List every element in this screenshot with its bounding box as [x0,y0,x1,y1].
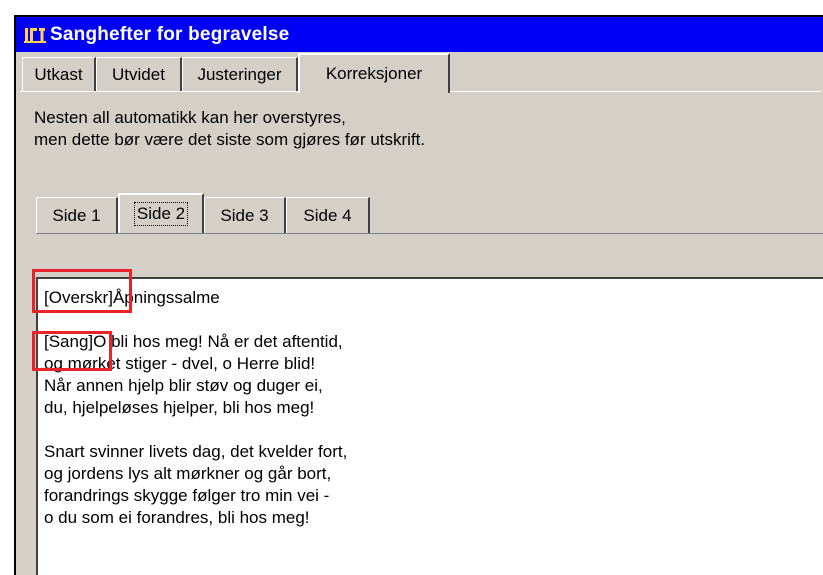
line-text: o du som ei forandres, bli hos meg! [44,508,310,527]
editor-line: forandrings skygge følger tro min vei - [44,485,347,507]
tab-label: Side 4 [303,205,352,225]
line-text: forandrings skygge følger tro min vei - [44,486,330,505]
line-text: O bli hos meg! Nå er det aftentid, [93,332,343,351]
main-window: Sanghefter for begravelse Utkast Utvidet… [14,15,823,575]
description-line-2: men dette bør være det siste som gjøres … [34,130,426,149]
line-text: Snart svinner livets dag, det kvelder fo… [44,442,348,461]
tab-label: Utkast [34,64,83,84]
tab-label: Justeringer [197,64,282,84]
tab-label: Side 3 [220,205,269,225]
editor-line: Snart svinner livets dag, det kvelder fo… [44,441,347,463]
tab-utkast[interactable]: Utkast [22,57,96,91]
tab-side-1[interactable]: Side 1 [36,197,118,233]
editor-line: Når annen hjelp blir støv og duger ei, [44,375,347,397]
tab-side-3[interactable]: Side 3 [204,197,286,233]
tab-label: Side 1 [52,205,101,225]
page-toolbar [36,233,823,276]
window-title: Sanghefter for begravelse [50,23,290,45]
line-text: Når annen hjelp blir støv og duger ei, [44,376,323,395]
line-text: du, hjelpeløses hjelper, bli hos meg! [44,398,315,417]
highlight-sang-tag [32,331,112,371]
correction-text-editor[interactable]: [Overskr]Åpningssalme [Sang]O bli hos me… [36,277,823,575]
app-logo-icon [24,26,46,44]
line-text: og jordens lys alt mørkner og går bort, [44,464,332,483]
editor-content[interactable]: [Overskr]Åpningssalme [Sang]O bli hos me… [44,287,347,529]
tab-utvidet[interactable]: Utvidet [96,57,182,91]
tab-label: Korreksjoner [325,64,423,83]
tab-label: Utvidet [112,64,165,84]
tab-justeringer[interactable]: Justeringer [182,57,298,91]
highlight-overskr-tag [32,269,132,313]
tab-label: Side 2 [133,202,189,226]
editor-line: o du som ei forandres, bli hos meg! [44,507,347,529]
editor-line: du, hjelpeløses hjelper, bli hos meg! [44,397,347,419]
tab-side-4[interactable]: Side 4 [286,197,370,233]
description-line-1: Nesten all automatikk kan her overstyres… [34,108,346,127]
tab-panel-edge [20,91,298,92]
title-bar[interactable]: Sanghefter for begravelse [16,17,823,52]
editor-line: og jordens lys alt mørkner og går bort, [44,463,347,485]
tab-side-2[interactable]: Side 2 [118,193,204,233]
tab-panel-edge [450,91,821,92]
tab-korreksjoner[interactable]: Korreksjoner [298,53,450,93]
